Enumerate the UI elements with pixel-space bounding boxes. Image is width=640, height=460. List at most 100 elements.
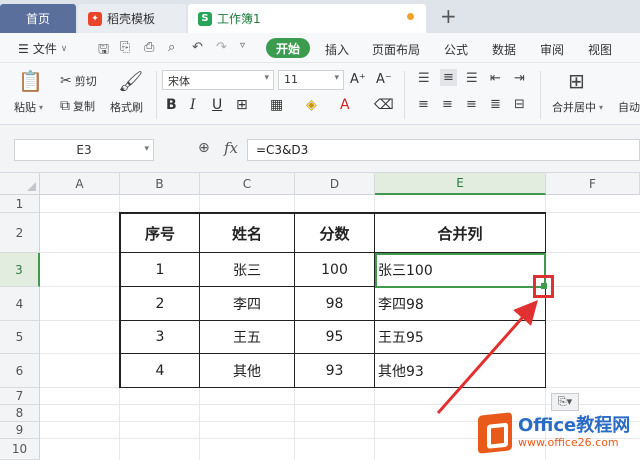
table-cell[interactable]: 3 bbox=[121, 321, 200, 354]
justify-icon[interactable]: ≣ bbox=[490, 97, 501, 112]
table-cell[interactable]: 李四 bbox=[200, 287, 295, 321]
table-header-cell-score[interactable]: 分数 bbox=[295, 214, 375, 253]
clear-format-icon[interactable]: ⌫ bbox=[374, 97, 394, 113]
redo-icon[interactable]: ↷ bbox=[216, 40, 227, 55]
new-tab-button[interactable]: + bbox=[440, 4, 457, 28]
table-cell[interactable]: 2 bbox=[121, 287, 200, 321]
paste-button[interactable]: 粘贴 ▾ bbox=[14, 99, 43, 115]
format-painter-icon[interactable]: 🖌 bbox=[118, 69, 143, 93]
row-header-1[interactable]: 1 bbox=[0, 195, 40, 213]
docer-logo-icon: ✦ bbox=[88, 11, 102, 26]
paste-icon[interactable]: 📋 bbox=[18, 69, 43, 93]
chevron-down-icon: ∨ bbox=[60, 43, 68, 54]
distribute-icon[interactable]: ⊟ bbox=[514, 97, 525, 112]
merge-center-icon[interactable]: ⊞ bbox=[568, 69, 585, 93]
name-box-dropdown-icon: ▾ bbox=[144, 144, 149, 154]
font-color-icon[interactable]: A bbox=[340, 97, 350, 113]
hamburger-icon: ☰ bbox=[18, 41, 29, 56]
gridline bbox=[40, 404, 640, 405]
tab-template-label: 稻壳模板 bbox=[107, 12, 156, 26]
format-painter-button[interactable]: 格式刷 bbox=[110, 99, 143, 115]
spreadsheet-app: 首页 ✦ 稻壳模板 S 工作簿1 + ☰ 文件 ∨ 🖫 ⎘ ⎙ ⌕ ↶ ↷ ▿ … bbox=[0, 0, 640, 460]
scissors-icon: ✂ bbox=[60, 73, 72, 89]
merge-center-button[interactable]: 合并居中 ▾ bbox=[552, 99, 603, 115]
decrease-font-icon[interactable]: A⁻ bbox=[376, 72, 392, 87]
column-header-a[interactable]: A bbox=[40, 173, 120, 195]
menu-view[interactable]: 视图 bbox=[588, 41, 612, 58]
watermark-title-en: Office bbox=[518, 415, 577, 436]
fill-color-icon[interactable]: ◈ bbox=[306, 97, 317, 113]
menu-data[interactable]: 数据 bbox=[492, 41, 516, 58]
menu-page-layout[interactable]: 页面布局 bbox=[372, 41, 420, 58]
zoom-function-icon[interactable]: ⊕ bbox=[198, 140, 210, 156]
row-header-6[interactable]: 6 bbox=[0, 354, 40, 388]
name-box[interactable]: E3 ▾ bbox=[14, 139, 154, 161]
table-cell-active[interactable]: 张三100 bbox=[375, 253, 546, 287]
bold-button[interactable]: B bbox=[166, 97, 177, 113]
row-header-7[interactable]: 7 bbox=[0, 388, 40, 405]
tab-template[interactable]: ✦ 稻壳模板 bbox=[78, 4, 186, 33]
font-name-dropdown-icon: ▾ bbox=[264, 73, 269, 83]
menu-insert[interactable]: 插入 bbox=[325, 41, 349, 58]
auto-wrap-button[interactable]: 自动 bbox=[618, 99, 640, 115]
column-header-d[interactable]: D bbox=[295, 173, 375, 195]
table-header-cell-seq[interactable]: 序号 bbox=[121, 214, 200, 253]
menu-review[interactable]: 审阅 bbox=[540, 41, 564, 58]
font-name-select[interactable]: 宋体 ▾ bbox=[162, 70, 274, 90]
row-header-8[interactable]: 8 bbox=[0, 405, 40, 422]
export-icon[interactable]: ⎘ bbox=[120, 40, 130, 55]
customize-icon[interactable]: ▿ bbox=[240, 40, 245, 51]
table-cell[interactable]: 93 bbox=[295, 354, 375, 388]
row-header-4[interactable]: 4 bbox=[0, 287, 40, 321]
cell-style-icon[interactable]: ▦ bbox=[270, 97, 283, 113]
increase-font-icon[interactable]: A⁺ bbox=[350, 72, 366, 87]
border-icon[interactable]: ⊞ bbox=[236, 97, 248, 113]
tab-workbook[interactable]: S 工作簿1 bbox=[188, 4, 426, 33]
font-size-select[interactable]: 11 ▾ bbox=[278, 70, 344, 90]
print-preview-icon[interactable]: ⌕ bbox=[168, 40, 175, 55]
save-icon[interactable]: 🖫 bbox=[98, 40, 109, 62]
menu-start[interactable]: 开始 bbox=[266, 38, 310, 58]
copy-button[interactable]: ⧉ 复制 bbox=[60, 98, 95, 114]
indent-increase-icon[interactable]: ⇥ bbox=[514, 71, 525, 86]
align-left-icon[interactable]: ≡ bbox=[418, 97, 429, 112]
print-icon[interactable]: ⎙ bbox=[144, 40, 154, 55]
column-header-c[interactable]: C bbox=[200, 173, 295, 195]
row-header-2[interactable]: 2 bbox=[0, 213, 40, 253]
row-header-5[interactable]: 5 bbox=[0, 321, 40, 354]
file-menu[interactable]: ☰ 文件 ∨ bbox=[18, 40, 67, 57]
align-middle-icon[interactable]: ≡ bbox=[440, 69, 457, 86]
column-header-e[interactable]: E bbox=[375, 173, 546, 195]
tab-home[interactable]: 首页 bbox=[0, 4, 76, 33]
table-cell[interactable]: 其他 bbox=[200, 354, 295, 388]
align-center-icon[interactable]: ≡ bbox=[442, 97, 453, 112]
row-header-3[interactable]: 3 bbox=[0, 253, 40, 287]
indent-decrease-icon[interactable]: ⇤ bbox=[490, 71, 501, 86]
table-cell[interactable]: 95 bbox=[295, 321, 375, 354]
column-header-f[interactable]: F bbox=[546, 173, 640, 195]
row-header-9[interactable]: 9 bbox=[0, 422, 40, 439]
table-cell[interactable]: 王五 bbox=[200, 321, 295, 354]
table-cell[interactable]: 1 bbox=[121, 253, 200, 287]
insert-function-button[interactable]: fx bbox=[224, 139, 238, 157]
table-header-cell-name[interactable]: 姓名 bbox=[200, 214, 295, 253]
watermark-url: www.office26.com bbox=[518, 436, 619, 449]
cut-button[interactable]: ✂ 剪切 bbox=[60, 73, 97, 89]
select-all-corner[interactable] bbox=[0, 173, 40, 195]
column-header-b[interactable]: B bbox=[120, 173, 200, 195]
row-header-10[interactable]: 10 bbox=[0, 439, 40, 460]
table-cell[interactable]: 4 bbox=[121, 354, 200, 388]
menu-formula[interactable]: 公式 bbox=[444, 41, 468, 58]
table-cell[interactable]: 张三 bbox=[200, 253, 295, 287]
formula-input[interactable]: =C3&D3 bbox=[247, 139, 640, 161]
align-top-icon[interactable]: ☰ bbox=[418, 71, 430, 86]
undo-icon[interactable]: ↶ bbox=[192, 40, 203, 55]
align-right-icon[interactable]: ≡ bbox=[466, 97, 477, 112]
underline-button[interactable]: U bbox=[212, 97, 222, 113]
align-bottom-icon[interactable]: ☰ bbox=[466, 71, 478, 86]
table-header-cell-merged[interactable]: 合并列 bbox=[375, 214, 546, 253]
table-cell[interactable]: 100 bbox=[295, 253, 375, 287]
ribbon-divider-2 bbox=[404, 71, 405, 119]
italic-button[interactable]: I bbox=[190, 97, 196, 113]
table-cell[interactable]: 98 bbox=[295, 287, 375, 321]
